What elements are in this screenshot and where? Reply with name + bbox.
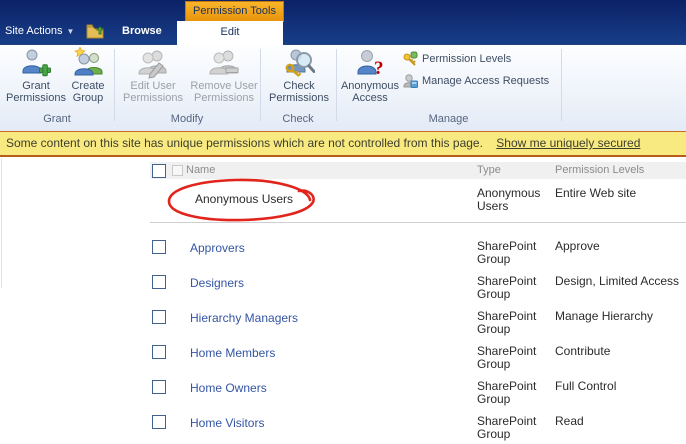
top-navigation-bar: Site Actions ▼ Browse Permission Tools E… [0, 0, 686, 45]
tab-browse[interactable]: Browse [122, 25, 162, 37]
remove-user-permissions-icon [209, 50, 239, 75]
table-row: Home Members SharePoint Group Contribute [150, 339, 686, 374]
ribbon-group-check: Check [282, 113, 314, 125]
permission-levels-icon [403, 51, 418, 66]
group-name-link[interactable]: Home Members [190, 347, 470, 360]
type-cell: SharePoint Group [477, 379, 537, 406]
button-label: Check Permissions [269, 80, 329, 104]
anonymous-access-icon: ? [357, 50, 384, 79]
contextual-tab-group-permission-tools[interactable]: Permission Tools [185, 1, 284, 22]
tab-edit[interactable]: Edit [177, 21, 283, 45]
row-checkbox[interactable] [152, 275, 166, 289]
table-row: Designers SharePoint Group Design, Limit… [150, 269, 686, 304]
permission-cell: Design, Limited Access [555, 274, 680, 288]
permission-cell: Read [555, 414, 584, 428]
anonymous-access-button[interactable]: ? Anonymous Access [338, 47, 402, 104]
group-separator [561, 49, 562, 121]
table-row: Approvers SharePoint Group Approve [150, 234, 686, 269]
row-checkbox[interactable] [152, 310, 166, 324]
manage-access-requests-icon [403, 74, 418, 88]
notice-message: Some content on this site has unique per… [6, 136, 483, 150]
ribbon-group-manage: Manage [428, 113, 469, 125]
annotation-ellipse [167, 178, 315, 222]
permission-cell: Entire Web site [555, 186, 637, 200]
group-separator [336, 49, 337, 121]
group-separator [260, 49, 261, 121]
ribbon: Grant Permissions Create Group Grant Edi… [0, 44, 686, 131]
row-checkbox[interactable] [152, 415, 166, 429]
column-header-name: Name [186, 164, 216, 176]
edit-user-permissions-icon [138, 50, 167, 79]
type-cell: SharePoint Group [477, 274, 537, 301]
left-panel-divider [1, 158, 2, 288]
manage-access-requests-button[interactable]: Manage Access Requests [402, 73, 549, 89]
chevron-down-icon: ▼ [66, 26, 75, 36]
permission-levels-button[interactable]: Permission Levels [402, 51, 511, 67]
type-cell: SharePoint Group [477, 309, 537, 336]
status-notice-bar: Some content on this site has unique per… [0, 131, 686, 157]
table-row: Home Owners SharePoint Group Full Contro… [150, 374, 686, 409]
column-header-type: Type [477, 164, 501, 176]
type-cell: SharePoint Group [477, 239, 537, 266]
group-name-link[interactable]: Home Visitors [190, 417, 470, 430]
svg-text:?: ? [374, 58, 384, 79]
button-label: Create Group [71, 80, 105, 104]
check-permissions-button[interactable]: Check Permissions [264, 47, 334, 104]
show-uniquely-secured-link[interactable]: Show me uniquely secured [496, 136, 640, 150]
button-label: Anonymous Access [340, 80, 400, 104]
type-cell: Anonymous Users [477, 186, 541, 213]
grant-permissions-button[interactable]: Grant Permissions [6, 47, 66, 104]
navigate-up-icon[interactable] [86, 23, 105, 44]
group-name-link[interactable]: Approvers [190, 242, 470, 255]
group-separator [114, 49, 115, 121]
site-actions-label: Site Actions [5, 25, 63, 37]
button-label: Remove User Permissions [190, 80, 258, 104]
permission-cell: Full Control [555, 379, 617, 393]
button-label: Permission Levels [422, 53, 512, 65]
group-name-link[interactable]: Home Owners [190, 382, 470, 395]
row-checkbox[interactable] [152, 380, 166, 394]
row-checkbox[interactable] [152, 345, 166, 359]
create-group-icon [74, 47, 103, 76]
create-group-button[interactable]: Create Group [64, 47, 112, 104]
check-permissions-icon [285, 49, 315, 77]
edit-user-permissions-button: Edit User Permissions [118, 47, 188, 104]
button-label: Manage Access Requests [422, 75, 550, 87]
button-label: Grant Permissions [6, 80, 66, 104]
permission-cell: Manage Hierarchy [555, 309, 654, 323]
type-cell: SharePoint Group [477, 344, 537, 371]
ribbon-group-grant: Grant [43, 113, 71, 125]
ribbon-group-modify: Modify [170, 113, 204, 125]
table-row: Hierarchy Managers SharePoint Group Mana… [150, 304, 686, 339]
group-name-link[interactable]: Designers [190, 277, 470, 290]
site-actions-menu[interactable]: Site Actions ▼ [5, 25, 74, 37]
button-label: Edit User Permissions [123, 80, 183, 104]
group-name-link[interactable]: Hierarchy Managers [190, 312, 470, 325]
remove-user-permissions-button: Remove User Permissions [188, 47, 260, 104]
permission-cell: Contribute [555, 344, 611, 358]
type-cell: SharePoint Group [477, 414, 537, 441]
column-header-permission-levels: Permission Levels [555, 164, 645, 176]
grant-permissions-icon [22, 49, 51, 77]
table-row: Home Visitors SharePoint Group Read [150, 409, 686, 444]
row-checkbox[interactable] [152, 240, 166, 254]
permission-cell: Approve [555, 239, 600, 253]
ghost-checkbox-icon [172, 165, 183, 176]
